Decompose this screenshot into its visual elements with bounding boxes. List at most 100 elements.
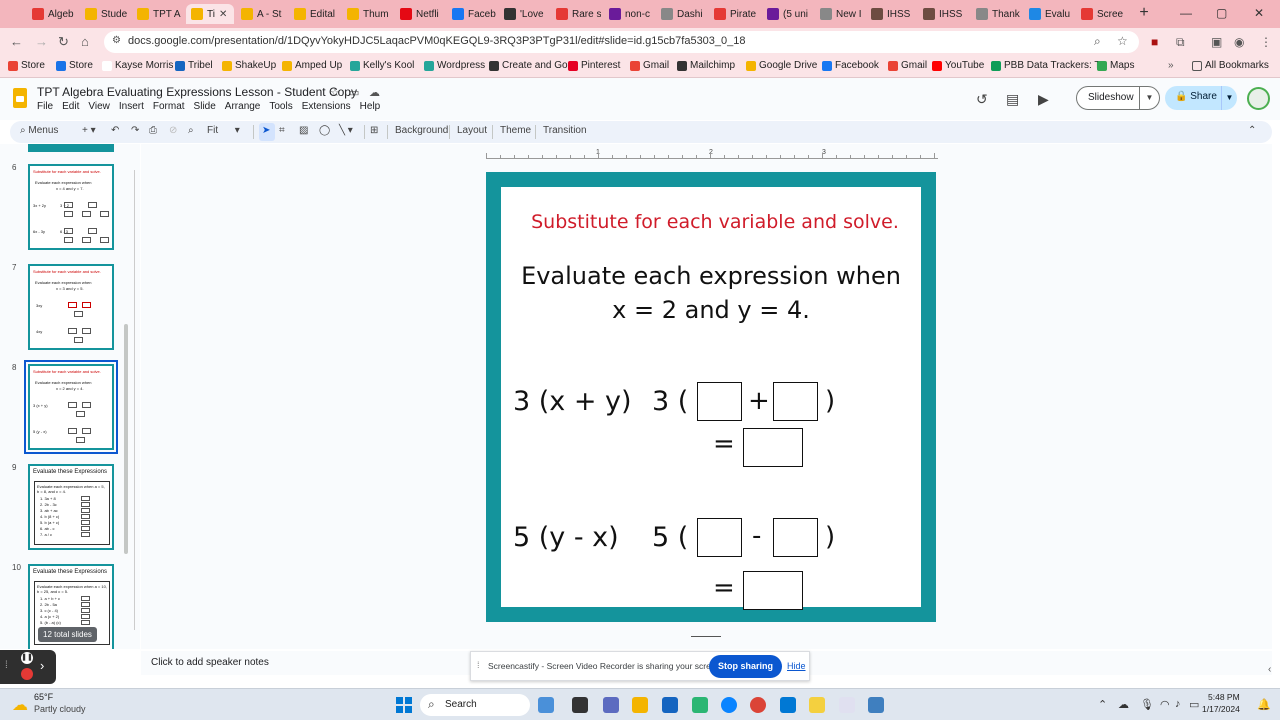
- browser-tab[interactable]: Dashi: [656, 4, 706, 24]
- problem2-coefficient[interactable]: 5 (: [652, 522, 688, 553]
- problem2-expression[interactable]: 5 (y - x): [513, 522, 619, 553]
- menu-help[interactable]: Help: [360, 101, 381, 112]
- close-window-icon[interactable]: ✕: [1254, 6, 1264, 20]
- profile-icon[interactable]: ◉: [1234, 35, 1244, 49]
- bookmark-link[interactable]: Store: [8, 60, 45, 71]
- reload-icon[interactable]: ↻: [58, 34, 69, 50]
- volume-icon[interactable]: ♪: [1175, 698, 1181, 710]
- star-icon[interactable]: ☆: [330, 86, 340, 99]
- clock-time[interactable]: 5:48 PM: [1208, 692, 1240, 702]
- slide-thumbnail-9[interactable]: Evaluate these Expressions Evaluate each…: [28, 464, 114, 550]
- bookmark-link[interactable]: Tribel: [175, 60, 213, 71]
- minimize-icon[interactable]: —: [1180, 6, 1192, 20]
- task-view-icon[interactable]: [572, 697, 588, 713]
- move-folder-icon[interactable]: ▭: [349, 86, 359, 99]
- bookmark-link[interactable]: Amped Up: [282, 60, 342, 71]
- browser-tab[interactable]: Edital: [289, 4, 339, 24]
- menu-file[interactable]: File: [37, 101, 53, 112]
- menu-insert[interactable]: Insert: [119, 101, 144, 112]
- browser-tab[interactable]: Evalu: [1024, 4, 1074, 24]
- taskbar-search[interactable]: ⌕ Search: [420, 694, 530, 716]
- filmstrip-scrollbar[interactable]: [124, 324, 128, 554]
- battery-icon[interactable]: ▭: [1189, 698, 1199, 711]
- shape-icon[interactable]: ◯: [319, 125, 330, 136]
- menu-tools[interactable]: Tools: [269, 101, 292, 112]
- bookmark-link[interactable]: Kayse Morris: [102, 60, 173, 71]
- weather-temperature[interactable]: 65°F: [34, 692, 53, 702]
- undo-icon[interactable]: ↶: [111, 125, 119, 136]
- paint-format-icon[interactable]: ⊘: [169, 125, 177, 136]
- outlook-icon[interactable]: [780, 697, 796, 713]
- cloud-tray-icon[interactable]: ☁: [1118, 698, 1129, 711]
- bookmark-link[interactable]: Create and Go: [489, 60, 568, 71]
- browser-tab[interactable]: Scree: [1076, 4, 1126, 24]
- collapse-toolbar-icon[interactable]: ⌃: [1248, 125, 1256, 136]
- share-button[interactable]: 🔒 Share ▼: [1165, 86, 1237, 110]
- layout-button[interactable]: Layout: [457, 125, 487, 136]
- browser-tab[interactable]: Rare s: [551, 4, 601, 24]
- file-explorer-icon[interactable]: [632, 697, 648, 713]
- problem1-coefficient[interactable]: 3 (: [652, 386, 688, 417]
- bookmark-link[interactable]: PBB Data Trackers: T...: [991, 60, 1108, 71]
- maximize-icon[interactable]: ▢: [1216, 6, 1227, 20]
- side-panel-icon[interactable]: ▣: [1211, 35, 1222, 49]
- wifi-icon[interactable]: ◠: [1160, 698, 1170, 711]
- browser-tab[interactable]: Ti ✕: [186, 4, 234, 24]
- redo-icon[interactable]: ↷: [131, 125, 139, 136]
- browser-tab[interactable]: non-c: [604, 4, 654, 24]
- bookmark-link[interactable]: YouTube: [932, 60, 984, 71]
- slideshow-button[interactable]: Slideshow ▼: [1076, 86, 1160, 110]
- menu-slide[interactable]: Slide: [194, 101, 216, 112]
- slide-instruction[interactable]: Substitute for each variable and solve.: [509, 211, 921, 233]
- line-icon[interactable]: ╲ ▾: [339, 125, 353, 136]
- browser-menu-icon[interactable]: ⋮: [1260, 35, 1272, 49]
- bookmark-link[interactable]: Maps: [1097, 60, 1134, 71]
- browser-tab[interactable]: New I: [815, 4, 865, 24]
- forward-icon[interactable]: →: [35, 34, 48, 49]
- image-icon[interactable]: ▨: [299, 125, 308, 136]
- menu-edit[interactable]: Edit: [62, 101, 79, 112]
- bookmark-star-icon[interactable]: ☆: [1117, 34, 1128, 48]
- answer-box[interactable]: [743, 571, 803, 610]
- microphone-icon[interactable]: 🎙: [1140, 698, 1154, 711]
- answer-box[interactable]: [697, 382, 742, 421]
- browser-tab[interactable]: Pirate: [709, 4, 759, 24]
- answer-box[interactable]: [773, 382, 818, 421]
- chat-icon[interactable]: [603, 697, 619, 713]
- browser-tab[interactable]: IHSS: [866, 4, 916, 24]
- weather-icon[interactable]: ☁: [12, 695, 28, 715]
- slide-heading-line1[interactable]: Evaluate each expression when: [501, 262, 921, 290]
- theme-button[interactable]: Theme: [500, 125, 531, 136]
- pause-icon[interactable]: ❚❚: [21, 652, 33, 664]
- bookmark-link[interactable]: Store: [56, 60, 93, 71]
- zoom-select[interactable]: Fit ▾: [207, 125, 240, 136]
- back-icon[interactable]: ←: [10, 34, 23, 49]
- browser-tab[interactable]: A - St: [236, 4, 286, 24]
- browser-tab[interactable]: TPT A: [132, 4, 182, 24]
- share-chevron-icon[interactable]: ▼: [1221, 86, 1237, 110]
- norton-icon[interactable]: [809, 697, 825, 713]
- browser-tab[interactable]: Thum: [342, 4, 392, 24]
- widget-icon[interactable]: [538, 697, 554, 713]
- background-button[interactable]: Background: [395, 125, 448, 136]
- bookmark-link[interactable]: Mailchimp: [677, 60, 735, 71]
- shield-icon[interactable]: [868, 697, 884, 713]
- bookmark-link[interactable]: Google Drive: [746, 60, 817, 71]
- meet-icon[interactable]: ▶: [1038, 91, 1049, 108]
- slide-thumbnail-5-partial[interactable]: [28, 144, 114, 152]
- slides-logo-icon[interactable]: [13, 88, 27, 108]
- browser-tab[interactable]: Stude: [80, 4, 130, 24]
- answer-box[interactable]: [743, 428, 803, 467]
- browser-tab[interactable]: (5 uni: [762, 4, 812, 24]
- hide-link[interactable]: Hide: [787, 661, 806, 671]
- browser-tab[interactable]: Faceb: [447, 4, 497, 24]
- bookmark-link[interactable]: Wordpress: [424, 60, 485, 71]
- store-icon[interactable]: [662, 697, 678, 713]
- app-d-icon[interactable]: [839, 697, 855, 713]
- start-icon[interactable]: [396, 697, 412, 713]
- chevron-down-icon[interactable]: ▼: [1139, 87, 1159, 109]
- answer-box[interactable]: [773, 518, 818, 557]
- comments-icon[interactable]: ▤: [1006, 91, 1019, 108]
- browser-tab[interactable]: Thank: [971, 4, 1021, 24]
- slide-thumbnail-8[interactable]: Substitute for each variable and solve. …: [24, 360, 118, 454]
